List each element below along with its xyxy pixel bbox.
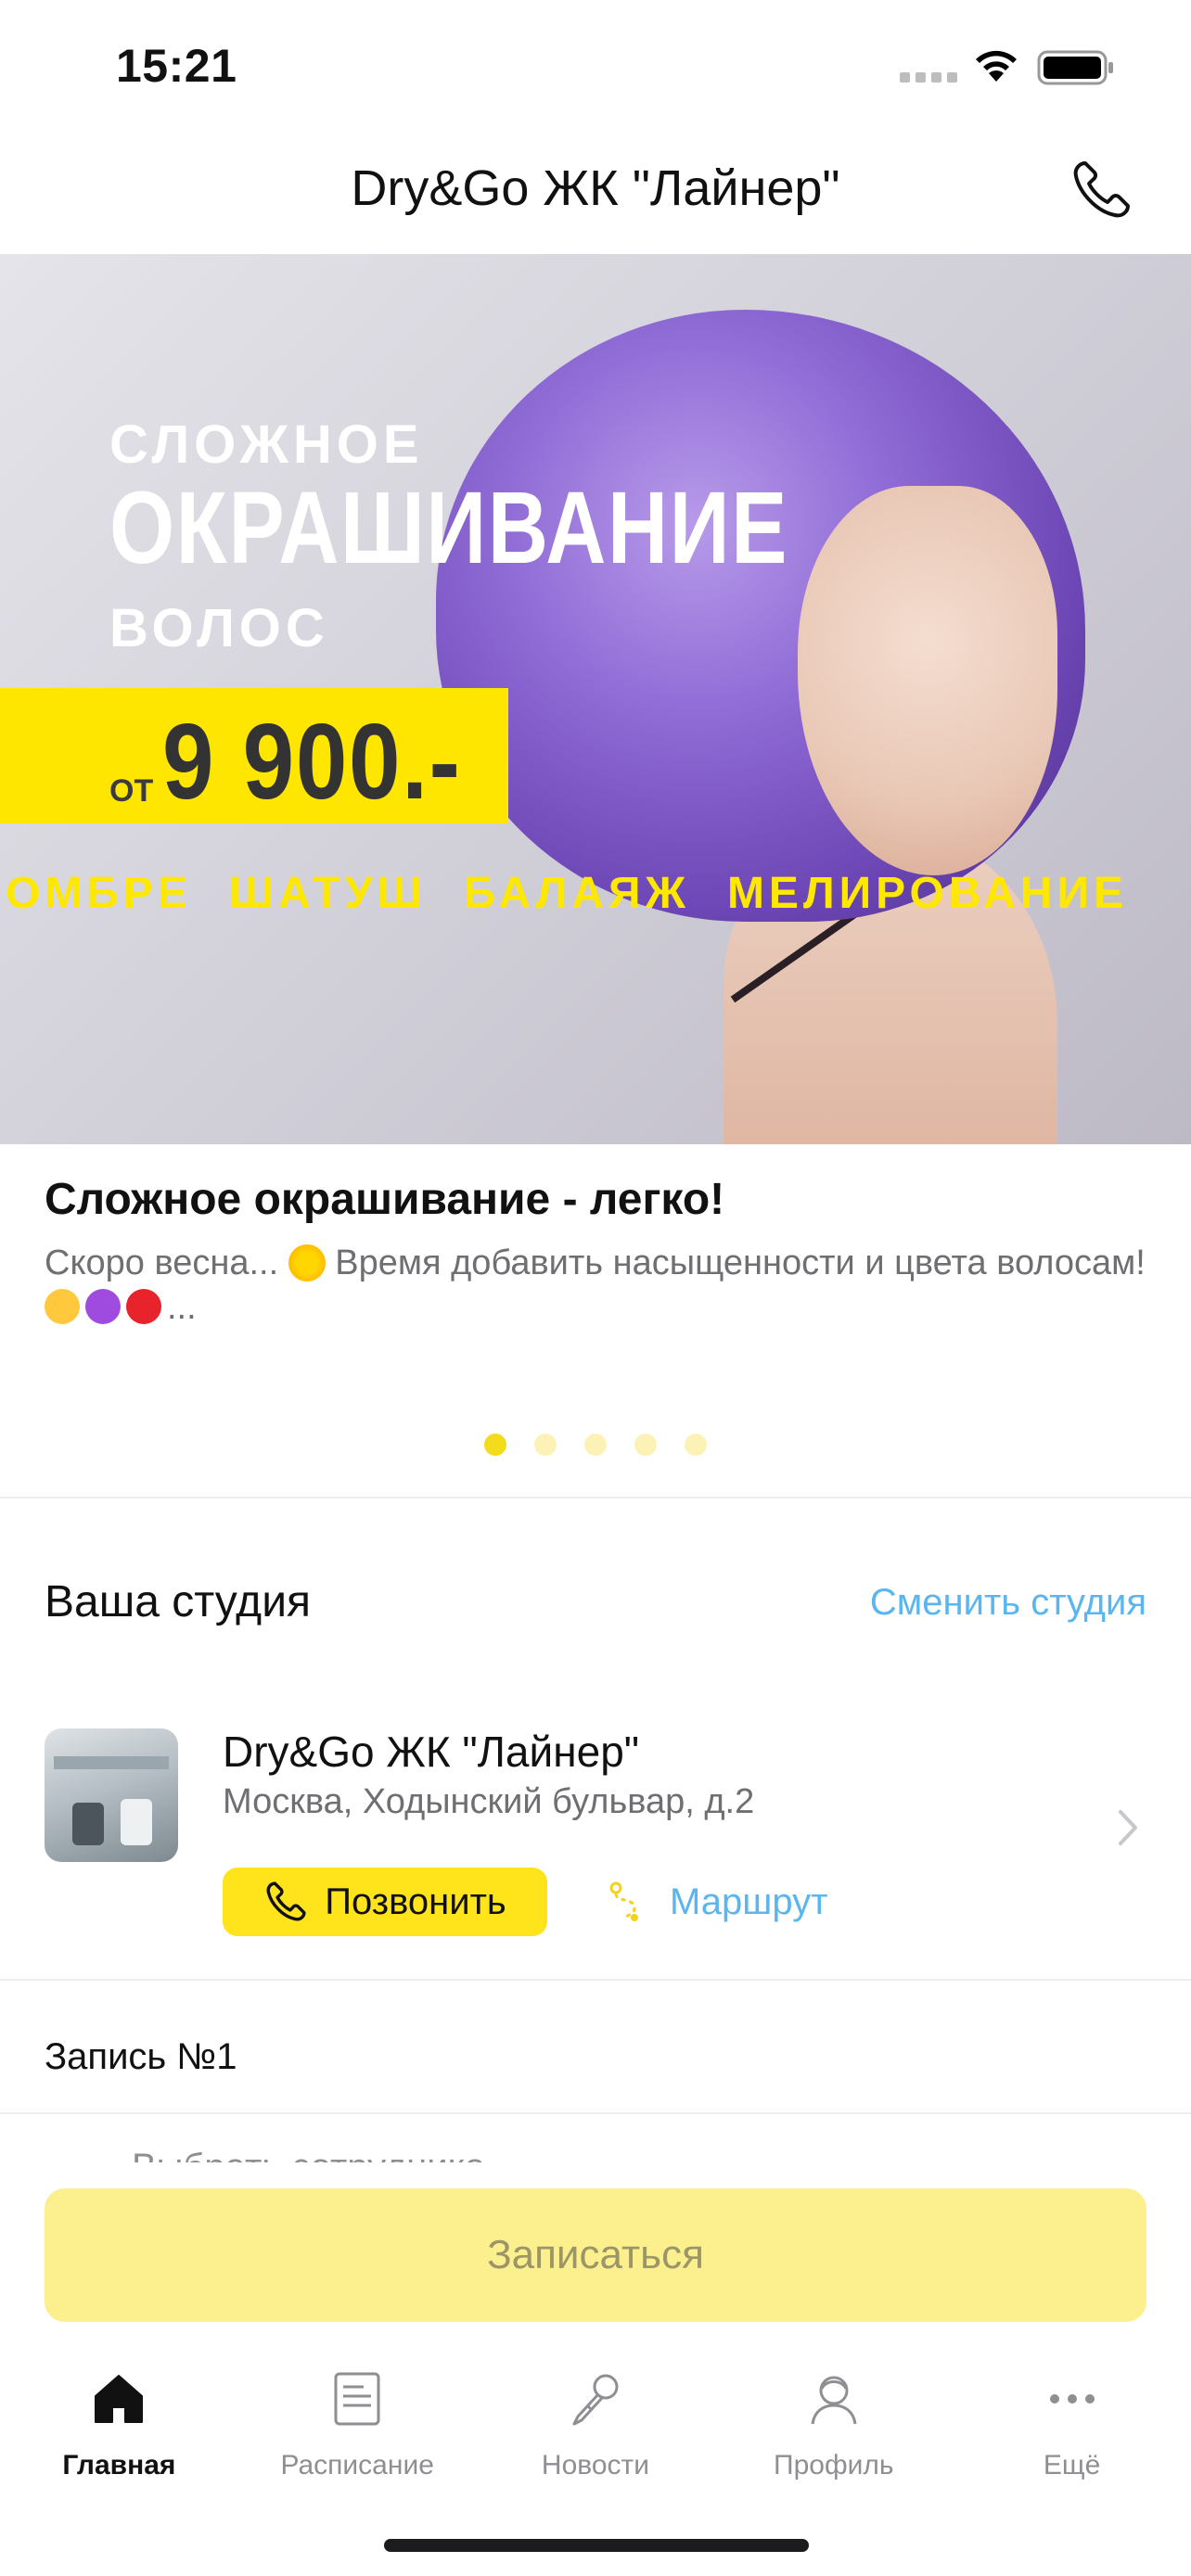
tab-profile[interactable]: Профиль: [714, 2355, 953, 2504]
banner-line-2: ОКРАШИВАНИЕ: [109, 471, 789, 585]
schedule-icon: [334, 2372, 380, 2426]
news-title[interactable]: Сложное окрашивание - легко!: [45, 1174, 724, 1225]
status-time: 15:21: [116, 40, 237, 92]
tab-label: Новости: [541, 2450, 650, 2480]
change-studio-link[interactable]: Сменить студия: [870, 1582, 1146, 1624]
promo-banner[interactable]: СЛОЖНОЕ ОКРАШИВАНИЕ ВОЛОС ОТ 9 900.- ОМБ…: [0, 254, 1191, 1144]
banner-service: МЕЛИРОВАНИЕ: [726, 869, 1128, 918]
banner-service: БАЛАЯЖ: [463, 869, 690, 918]
page-dot[interactable]: [634, 1434, 657, 1456]
page-dot[interactable]: [534, 1434, 557, 1456]
studio-name[interactable]: Dry&Go ЖК "Лайнер": [223, 1727, 639, 1777]
tab-news[interactable]: Новости: [477, 2355, 715, 2504]
studio-heading: Ваша студия: [45, 1577, 311, 1626]
studio-address: Москва, Ходынский бульвар, д.2: [223, 1782, 755, 1821]
yellow-heart-icon: [45, 1289, 80, 1324]
tab-label: Ещё: [1043, 2450, 1101, 2480]
nav-header: Dry&Go ЖК "Лайнер": [0, 139, 1191, 254]
battery-icon: [1037, 50, 1113, 85]
route-label: Маршрут: [670, 1881, 828, 1922]
home-icon: [95, 2375, 144, 2423]
tab-label: Главная: [62, 2450, 176, 2480]
tab-schedule[interactable]: Расписание: [238, 2355, 477, 2504]
route-icon: [609, 1881, 638, 1921]
news-desc-end: ...: [167, 1288, 197, 1327]
profile-icon: [811, 2376, 857, 2425]
chevron-right-icon[interactable]: [1117, 1808, 1139, 1847]
news-desc-part1: Скоро весна...: [45, 1243, 288, 1282]
phone-icon[interactable]: [1069, 158, 1133, 223]
banner-line-1: СЛОЖНОЕ: [109, 414, 424, 475]
divider: [0, 2112, 1191, 2114]
banner-services: ОМБРЕ ШАТУШ БАЛАЯЖ МЕЛИРОВАНИЕ: [6, 868, 1191, 919]
banner-service: ОМБРЕ: [6, 869, 192, 918]
tab-label: Расписание: [280, 2450, 434, 2480]
status-bar: 15:21: [0, 0, 1191, 130]
banner-price-prefix: ОТ: [109, 773, 154, 809]
page-dot[interactable]: [584, 1434, 607, 1456]
select-employee-field[interactable]: Выбрать сотрудника: [132, 2142, 485, 2162]
page-title: Dry&Go ЖК "Лайнер": [351, 160, 840, 216]
divider: [0, 1979, 1191, 1981]
studio-photo: [45, 1728, 178, 1862]
book-button[interactable]: Записаться: [45, 2188, 1146, 2322]
phone-icon: [266, 1881, 306, 1921]
divider: [0, 1497, 1191, 1498]
news-icon: [572, 2374, 619, 2426]
red-heart-icon: [126, 1289, 161, 1324]
wifi-icon: [976, 50, 1017, 82]
carousel-page-indicator[interactable]: [0, 1434, 1191, 1456]
news-desc-part2: Время добавить насыщенности и цвета воло…: [325, 1243, 1146, 1282]
tab-label: Профиль: [774, 2450, 894, 2480]
sun-icon: [288, 1244, 326, 1282]
news-description: Скоро весна... Время добавить насыщеннос…: [45, 1241, 1148, 1330]
banner-service: ШАТУШ: [228, 869, 427, 918]
banner-line-3: ВОЛОС: [109, 598, 329, 658]
more-icon: [1049, 2394, 1095, 2404]
tab-home[interactable]: Главная: [0, 2355, 238, 2504]
banner-price: 9 900.-: [162, 701, 462, 822]
home-indicator[interactable]: [384, 2539, 809, 2552]
call-button-label: Позвонить: [325, 1881, 506, 1922]
tab-bar: Главная Расписание Новости Профиль Ещё: [0, 2355, 1191, 2504]
booking-label: Запись №1: [45, 2036, 237, 2077]
call-button[interactable]: Позвонить: [223, 1868, 547, 1936]
purple-heart-icon: [85, 1289, 121, 1324]
page-dot[interactable]: [685, 1434, 707, 1456]
cellular-signal-icon: [900, 72, 957, 83]
page-dot-active[interactable]: [484, 1434, 506, 1456]
tab-more[interactable]: Ещё: [953, 2355, 1191, 2504]
route-button[interactable]: Маршрут: [607, 1881, 827, 1923]
